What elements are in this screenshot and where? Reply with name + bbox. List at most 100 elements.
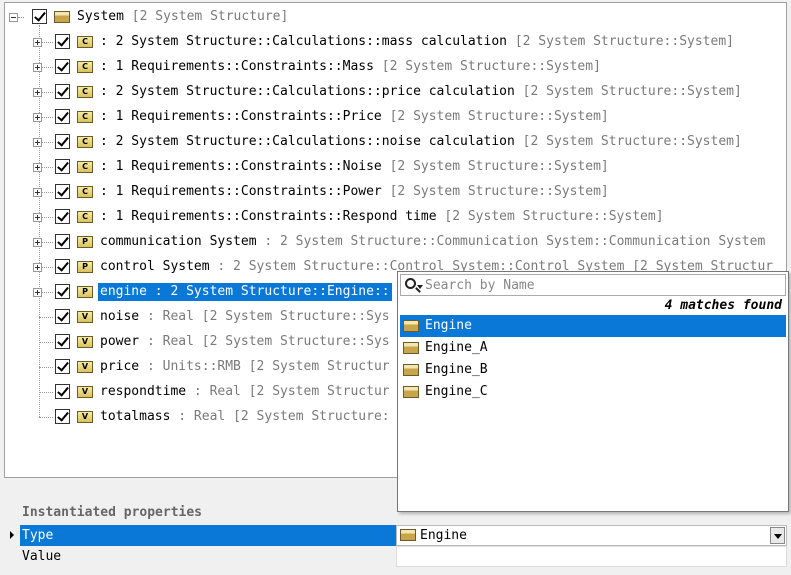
property-row-value[interactable]: Value — [20, 546, 787, 567]
tree-item-name: : 1 Requirements::Constraints::Noise — [100, 159, 382, 174]
property-row-type[interactable]: Type Engine — [20, 525, 787, 546]
search-options-chevron-icon[interactable] — [417, 285, 423, 289]
tree-item-row[interactable]: C: 1 Requirements::Constraints::Mass [2 … — [5, 56, 786, 78]
checkbox-icon[interactable] — [55, 109, 70, 124]
value-icon: V — [77, 411, 93, 423]
tree-item-label: respondtime : Real [2 System Structur — [98, 383, 392, 401]
result-label: Engine — [425, 318, 472, 333]
expand-icon[interactable] — [33, 113, 42, 122]
tree-item-name: : 2 System Structure::Calculations::mass… — [100, 34, 507, 49]
tree-item-name: : 2 System Structure::Calculations::pric… — [100, 84, 515, 99]
tree-item-label: noise : Real [2 System Structure::Sys — [98, 308, 392, 326]
checkbox-icon[interactable] — [55, 309, 70, 324]
checkbox-icon[interactable] — [55, 84, 70, 99]
checkbox-icon[interactable] — [55, 284, 70, 299]
tree-item-meta: [2 System Structure::System] — [522, 134, 742, 149]
tree-root-meta: [2 System Structure] — [131, 9, 289, 24]
class-icon — [403, 320, 419, 332]
result-item[interactable]: Engine_B — [400, 359, 786, 381]
expand-icon[interactable] — [33, 188, 42, 197]
constraint-icon: C — [77, 186, 93, 198]
search-input[interactable] — [425, 277, 780, 293]
tree-item-row[interactable]: C: 1 Requirements::Constraints::Price [2… — [5, 106, 786, 128]
search-icon[interactable] — [405, 278, 416, 289]
checkbox-icon[interactable] — [55, 184, 70, 199]
tree-item-row[interactable]: C: 2 System Structure::Calculations::noi… — [5, 131, 786, 153]
current-row-marker-icon — [10, 531, 14, 539]
class-icon — [403, 386, 419, 398]
tree-item-meta: [2 System Structure::System] — [389, 159, 609, 174]
tree-item-label: : 2 System Structure::Calculations::nois… — [98, 133, 744, 151]
tree-item-name: power — [100, 334, 140, 349]
tree-item-name: totalmass — [100, 409, 171, 424]
tree-item-type: : Real — [193, 384, 241, 399]
tree-root-name: System — [77, 9, 124, 24]
dropdown-arrow-icon[interactable] — [770, 527, 785, 544]
tree-item-row[interactable]: Pcommunication System : 2 System Structu… — [5, 231, 786, 253]
tree-item-label: engine : 2 System Structure::Engine:: — [98, 283, 392, 301]
tree-item-row[interactable]: C : 1 Requirements::Constraints::Power [2… — [5, 181, 786, 203]
tree-item-label: communication System : 2 System Structur… — [98, 233, 767, 251]
tree-item-row[interactable]: C: 1 Requirements::Constraints::Noise [2… — [5, 156, 786, 178]
tree-item-label: : 1 Requirements::Constraints::Power [2 … — [98, 183, 611, 201]
tree-root-row[interactable]: System [2 System Structure] — [5, 6, 605, 28]
class-icon — [400, 529, 416, 541]
checkbox-icon[interactable] — [55, 409, 70, 424]
checkbox-icon[interactable] — [55, 34, 70, 49]
search-box[interactable] — [400, 274, 786, 296]
tree-item-type: : Real — [178, 409, 226, 424]
constraint-icon: C — [77, 111, 93, 123]
expand-icon[interactable] — [33, 88, 42, 97]
tree-item-name: communication System — [100, 234, 257, 249]
tree-item-meta: [2 System Structur — [248, 359, 390, 374]
value-icon: V — [77, 336, 93, 348]
checkbox-icon[interactable] — [55, 259, 70, 274]
checkbox-icon[interactable] — [55, 134, 70, 149]
checkbox-icon[interactable] — [55, 384, 70, 399]
tree-item-name: : 1 Requirements::Constraints::Respond t… — [100, 209, 437, 224]
tree-item-meta: [2 System Structure: — [233, 409, 390, 424]
property-name-value: Value — [22, 549, 62, 564]
value-icon: V — [77, 386, 93, 398]
tree-item-label: : 2 System Structure::Calculations::mass… — [98, 33, 736, 51]
type-value: Engine — [420, 528, 467, 543]
checkbox-icon[interactable] — [55, 334, 70, 349]
expand-icon[interactable] — [33, 38, 42, 47]
constraint-icon: C — [77, 36, 93, 48]
expand-icon[interactable] — [33, 263, 42, 272]
value-field[interactable] — [396, 546, 787, 567]
expand-icon[interactable] — [33, 238, 42, 247]
type-dropdown[interactable]: Engine — [396, 525, 787, 546]
tree-item-type: : Real — [146, 309, 194, 324]
tree-item-label: : 2 System Structure::Calculations::pric… — [98, 83, 744, 101]
expand-icon[interactable] — [33, 288, 42, 297]
expand-icon[interactable] — [33, 213, 42, 222]
result-item[interactable]: Engine_C — [400, 381, 786, 403]
expand-icon[interactable] — [33, 63, 42, 72]
tree-item-row[interactable]: C: 2 System Structure::Calculations::pri… — [5, 81, 786, 103]
tree-item-row[interactable]: C: 1 Requirements::Constraints::Respond … — [5, 206, 786, 228]
checkbox-icon[interactable] — [55, 209, 70, 224]
expand-icon[interactable] — [33, 138, 42, 147]
checkbox-icon[interactable] — [55, 59, 70, 74]
value-icon: V — [77, 311, 93, 323]
tree-item-label: : 1 Requirements::Constraints::Respond t… — [98, 208, 666, 226]
checkbox-icon[interactable] — [55, 234, 70, 249]
checkbox-icon[interactable] — [55, 359, 70, 374]
tree-item-name: : 1 Requirements::Constraints::Power — [100, 184, 382, 199]
tree-item-meta: [2 System Structure::System] — [522, 84, 742, 99]
result-item[interactable]: Engine — [400, 315, 786, 337]
constraint-icon: C — [77, 61, 93, 73]
tree-item-label: price : Units::RMB [2 System Structur — [98, 358, 392, 376]
tree-item-name: : 1 Requirements::Constraints::Price — [100, 109, 382, 124]
expand-icon[interactable] — [33, 163, 42, 172]
tree-item-label: power : Real [2 System Structure::Sys — [98, 333, 392, 351]
result-item[interactable]: Engine_A — [400, 337, 786, 359]
collapse-icon[interactable] — [9, 13, 18, 22]
class-icon — [403, 364, 419, 376]
checkbox-icon[interactable] — [55, 159, 70, 174]
checkbox-icon[interactable] — [32, 9, 47, 24]
tree-item-name: engine — [100, 284, 147, 299]
tree-item-meta: [2 System Structure::System] — [381, 59, 601, 74]
tree-item-row[interactable]: C : 2 System Structure::Calculations::mas… — [5, 31, 786, 53]
